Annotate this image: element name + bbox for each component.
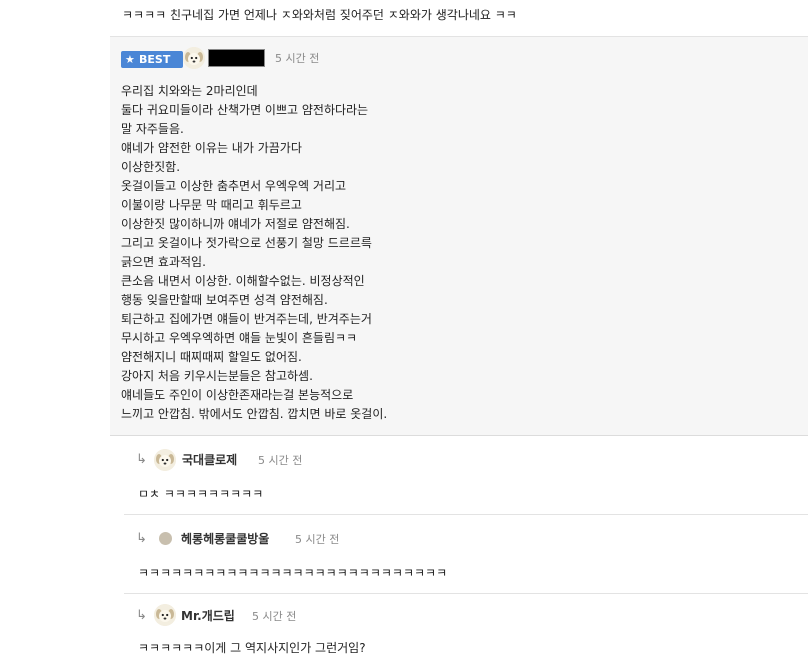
comment-line: 행동 잊을만할때 보여주면 성격 얌전해짐. <box>121 293 328 307</box>
reply-time: 5 시간 전 <box>258 454 303 467</box>
comment-line: 느끼고 안깝침. 밖에서도 안깝침. 깝치면 바로 옷걸이. <box>121 407 388 421</box>
star-icon: ★ <box>125 53 135 66</box>
reply-arrow-icon: ↳ <box>136 531 147 546</box>
avatar-icon[interactable] <box>159 532 172 545</box>
reply-text: ㅋㅋㅋㅋㅋㅋㅋㅋㅋㅋㅋㅋㅋㅋㅋㅋㅋㅋㅋㅋㅋㅋㅋㅋㅋㅋㅋㅋ <box>138 566 448 580</box>
comment-body: 우리집 치와와는 2마리인데둘다 귀요미들이라 산책가면 이쁘고 얌전하다라는말… <box>121 82 781 424</box>
reply-text: ㅁㅊ ㅋㅋㅋㅋㅋㅋㅋㅋㅋ <box>138 487 264 501</box>
comment-section: ㅋㅋㅋㅋ 친구네집 가면 언제나 ㅈ와와처럼 짖어주던 ㅈ와와가 생각나네요 ㅋ… <box>0 0 808 668</box>
puppy-avatar-icon[interactable] <box>154 604 176 626</box>
comment-line: 우리집 치와와는 2마리인데 <box>121 84 258 98</box>
puppy-avatar-icon[interactable] <box>183 47 205 69</box>
comment-line: 무시하고 우엑우엑하면 얘들 눈빛이 흔들림ㅋㅋ <box>121 331 358 345</box>
comment-line: 그리고 옷걸이나 젓가락으로 선풍기 철망 드르르륵 <box>121 236 372 250</box>
reply-author-name[interactable]: 헤롱헤롱쿨쿨방울 <box>181 532 269 546</box>
reply-arrow-icon: ↳ <box>136 608 147 623</box>
comment-line: 이상한짓 많이하니까 얘네가 저절로 얌전해짐. <box>121 217 350 231</box>
comment-line: 이불이랑 나무문 막 때리고 휘두르고 <box>121 198 302 212</box>
comment-time: 5 시간 전 <box>275 52 320 65</box>
comment-line: 옷걸이들고 이상한 춤추면서 우엑우엑 거리고 <box>121 179 347 193</box>
author-name-redacted[interactable] <box>208 49 265 67</box>
reply-time: 5 시간 전 <box>295 533 340 546</box>
comment-text: ㅋㅋㅋㅋ 친구네집 가면 언제나 ㅈ와와처럼 짖어주던 ㅈ와와가 생각나네요 ㅋ… <box>122 8 517 22</box>
comment-line: 얘네들도 주인이 이상한존재라는걸 본능적으로 <box>121 388 354 402</box>
best-badge: ★ BEST <box>121 51 183 68</box>
reply-time: 5 시간 전 <box>252 610 297 623</box>
reply-text: ㅋㅋㅋㅋㅋㅋ이게 그 역지사지인가 그런거임? <box>138 641 366 655</box>
reply-arrow-icon: ↳ <box>136 452 147 467</box>
reply-author-name[interactable]: 국대클로제 <box>182 453 237 467</box>
reply-item: ↳ Mr.개드립 5 시간 전 ㅋㅋㅋㅋㅋㅋ이게 그 역지사지인가 그런거임? <box>124 594 808 668</box>
comment-line: 둘다 귀요미들이라 산책가면 이쁘고 얌전하다라는 <box>121 103 369 117</box>
reply-item: ↳ 헤롱헤롱쿨쿨방울 5 시간 전 ㅋㅋㅋㅋㅋㅋㅋㅋㅋㅋㅋㅋㅋㅋㅋㅋㅋㅋㅋㅋㅋㅋ… <box>124 515 808 594</box>
comment-line: 긁으면 효과적임. <box>121 255 206 269</box>
comment-line: 이상한짓함. <box>121 160 181 174</box>
reply-author-name[interactable]: Mr.개드립 <box>181 609 235 623</box>
reply-item: ↳ 국대클로제 5 시간 전 ㅁㅊ ㅋㅋㅋㅋㅋㅋㅋㅋㅋ <box>124 436 808 515</box>
comment-line: 얘네가 얌전한 이유는 내가 가끔가다 <box>121 141 302 155</box>
comment-line: 강아지 처음 키우시는분들은 참고하셈. <box>121 369 313 383</box>
comment-line: 말 자주들음. <box>121 122 184 136</box>
comment-line: 큰소음 내면서 이상한. 이해할수없는. 비정상적인 <box>121 274 365 288</box>
comment-line: 얌전해지니 때찌때찌 할일도 없어짐. <box>121 350 302 364</box>
comment-item: ㅋㅋㅋㅋ 친구네집 가면 언제나 ㅈ와와처럼 짖어주던 ㅈ와와가 생각나네요 ㅋ… <box>110 0 808 37</box>
puppy-avatar-icon[interactable] <box>154 449 176 471</box>
best-comment: ★ BEST 5 시간 전 우리집 치와와는 2마리인데둘다 귀요미들이라 산책… <box>110 37 808 436</box>
comment-line: 퇴근하고 집에가면 얘들이 반겨주는데, 반겨주는거 <box>121 312 372 326</box>
best-badge-label: BEST <box>139 53 171 66</box>
